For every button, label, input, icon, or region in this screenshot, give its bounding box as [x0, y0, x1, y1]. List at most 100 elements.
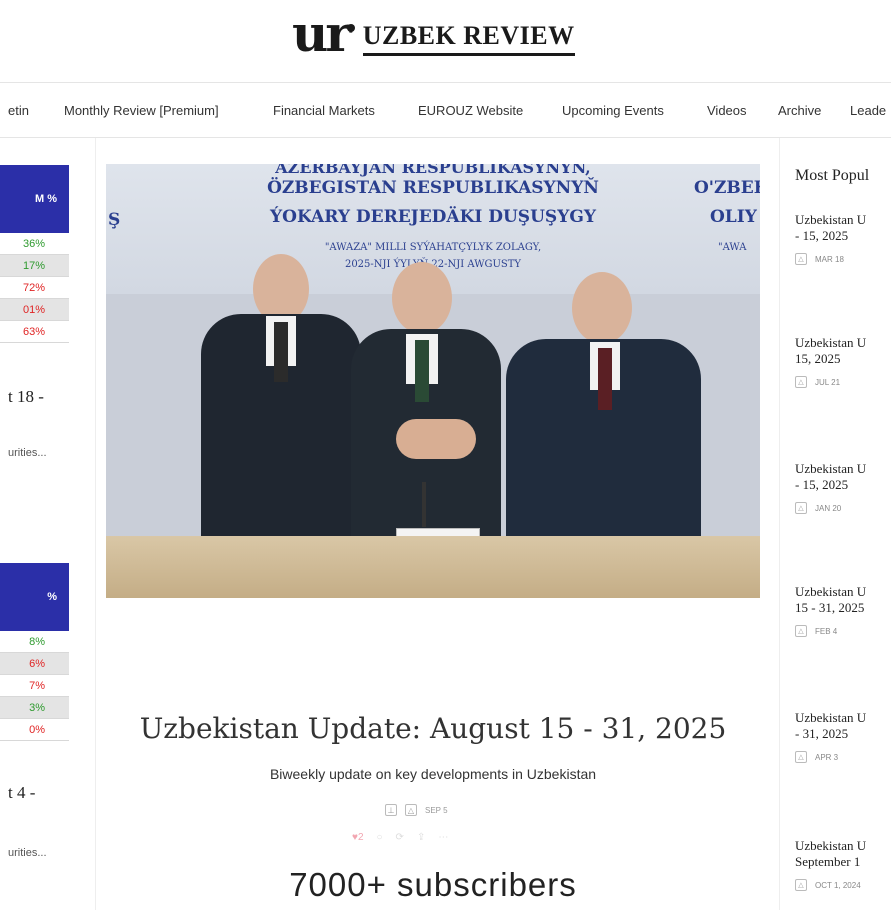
popular-item-title: Uzbekistan U	[795, 335, 867, 350]
table-row: 17%	[0, 255, 69, 277]
person-tie	[598, 348, 612, 410]
table-row: 3%	[0, 697, 69, 719]
person-tie	[274, 322, 288, 382]
person-tie	[415, 340, 429, 402]
table-row: 63%	[0, 321, 69, 343]
popular-item[interactable]: Uzbekistan U 15 - 31, 2025 △ FEB 4	[795, 584, 891, 637]
lock-icon: △	[795, 751, 807, 763]
table-row: 72%	[0, 277, 69, 299]
popular-item-date: JAN 20	[815, 503, 842, 513]
table-row: 8%	[0, 631, 69, 653]
popular-item-title: Uzbekistan U	[795, 212, 867, 227]
left-column: M % 36% 17% 72% 01% 63% t 18 - urities..…	[0, 138, 96, 910]
site-logo[interactable]: ur UZBEK REVIEW	[292, 4, 575, 63]
restack-icon[interactable]: ⟳	[396, 832, 404, 843]
hero-image[interactable]: AZERBAÝJAN RESPUBLIKASYNYŇ, ÖZBEGISTAN R…	[106, 164, 760, 598]
popular-item-title: - 15, 2025	[795, 477, 849, 492]
popular-item-title: 15, 2025	[795, 351, 841, 366]
lock-icon: △	[795, 253, 807, 265]
table-header: M %	[0, 165, 69, 233]
person-head	[392, 262, 452, 334]
lock-icon: △	[405, 804, 417, 816]
nav-item-monthly-review[interactable]: Monthly Review [Premium]	[64, 103, 219, 118]
nav-item-archive[interactable]: Archive	[778, 103, 821, 118]
table-row: 0%	[0, 719, 69, 741]
logo-dot	[346, 24, 355, 32]
market-table[interactable]: % 8% 6% 7% 3% 0%	[0, 563, 69, 741]
right-column: Most Popul Uzbekistan U - 15, 2025 △ MAR…	[779, 138, 891, 910]
most-popular-heading: Most Popul	[795, 167, 870, 184]
like-count: 2	[357, 832, 364, 843]
popular-item-title: Uzbekistan U	[795, 838, 867, 853]
site-name: UZBEK REVIEW	[362, 21, 575, 56]
lock-icon: △	[795, 502, 807, 514]
popular-item-date: APR 3	[815, 752, 839, 762]
article-meta: ⊥ △ SEP 5	[385, 804, 448, 816]
popular-item-meta: △ JAN 20	[795, 502, 891, 514]
share-icon[interactable]: ⇪	[417, 832, 425, 843]
popular-item-title: Uzbekistan U	[795, 461, 867, 476]
popular-item[interactable]: Uzbekistan U - 31, 2025 △ APR 3	[795, 710, 891, 763]
table-row: 7%	[0, 675, 69, 697]
lock-icon: △	[795, 625, 807, 637]
popular-item-meta: △ FEB 4	[795, 625, 891, 637]
banner-text: "AWA	[718, 242, 747, 253]
table-row: 36%	[0, 233, 69, 255]
microphone	[422, 482, 426, 527]
conference-table	[106, 536, 760, 598]
market-table[interactable]: M % 36% 17% 72% 01% 63%	[0, 165, 69, 343]
popular-item[interactable]: Uzbekistan U September 1 △ OCT 1, 2024	[795, 838, 891, 891]
left-post-title[interactable]: t 18 -	[8, 387, 44, 407]
popular-item-date: MAR 18	[815, 254, 844, 264]
nav-item-bulletin[interactable]: etin	[8, 103, 29, 118]
subscriber-count: 7000+ subscribers	[289, 866, 577, 903]
popular-item-title: - 15, 2025	[795, 228, 849, 243]
lock-icon: △	[795, 376, 807, 388]
more-icon[interactable]: ⋯	[438, 832, 448, 843]
popular-item-date: FEB 4	[815, 626, 838, 636]
popular-item-meta: △ MAR 18	[795, 253, 891, 265]
table-row: 01%	[0, 299, 69, 321]
popular-item[interactable]: Uzbekistan U 15, 2025 △ JUL 21	[795, 335, 891, 388]
left-post-desc: urities...	[8, 847, 47, 859]
banner-text: Ş	[108, 210, 121, 230]
article-date: SEP 5	[425, 805, 448, 815]
left-post-title[interactable]: t 4 -	[8, 783, 35, 803]
article-actions: ♥2 ○ ⟳ ⇪ ⋯	[352, 832, 448, 843]
popular-item-title: September 1	[795, 854, 861, 869]
banner-text: AZERBAÝJAN RESPUBLIKASYNYŇ,	[275, 164, 591, 177]
popular-item-date: JUL 21	[815, 377, 841, 387]
top-nav: etin Monthly Review [Premium] Financial …	[0, 83, 891, 138]
pin-icon: ⊥	[385, 804, 397, 816]
lock-icon: △	[795, 879, 807, 891]
popular-item-title: Uzbekistan U	[795, 710, 867, 725]
nav-item-financial-markets[interactable]: Financial Markets	[273, 103, 375, 118]
banner-text: ÝOKARY DEREJEDÄKI DUŞUŞYGY	[270, 207, 596, 227]
banner-text: O'ZBEK	[694, 178, 760, 198]
popular-item-meta: △ OCT 1, 2024	[795, 879, 891, 891]
nav-item-videos[interactable]: Videos	[707, 103, 747, 118]
popular-item-meta: △ APR 3	[795, 751, 891, 763]
left-post-desc: urities...	[8, 447, 47, 459]
article-title[interactable]: Uzbekistan Update: August 15 - 31, 2025	[106, 712, 760, 745]
table-header: %	[0, 563, 69, 631]
comment-icon[interactable]: ○	[377, 832, 383, 843]
nav-item-upcoming-events[interactable]: Upcoming Events	[562, 103, 664, 118]
popular-item[interactable]: Uzbekistan U - 15, 2025 △ JAN 20	[795, 461, 891, 514]
popular-item-title: - 31, 2025	[795, 726, 849, 741]
nav-item-erouz-website[interactable]: EUROUZ Website	[418, 103, 523, 118]
popular-item-date: OCT 1, 2024	[815, 880, 861, 890]
heart-icon[interactable]: ♥2	[352, 832, 364, 843]
banner-text: ÖZBEGISTAN RESPUBLIKASYNYŇ	[267, 178, 599, 198]
nav-item-leadership[interactable]: Leade	[850, 103, 886, 118]
person-head	[572, 272, 632, 344]
banner-text: "AWAZA" MILLI SYÝAHATÇYLYK ZOLAGY,	[324, 242, 542, 253]
popular-item-meta: △ JUL 21	[795, 376, 891, 388]
logo-mark: ur	[292, 4, 352, 63]
handshake	[396, 419, 476, 459]
popular-item[interactable]: Uzbekistan U - 15, 2025 △ MAR 18	[795, 212, 891, 265]
banner-text: OLIY I	[710, 207, 760, 227]
masthead: ur UZBEK REVIEW	[0, 0, 891, 80]
article-subtitle: Biweekly update on key developments in U…	[269, 766, 597, 782]
popular-item-title: Uzbekistan U	[795, 584, 867, 599]
